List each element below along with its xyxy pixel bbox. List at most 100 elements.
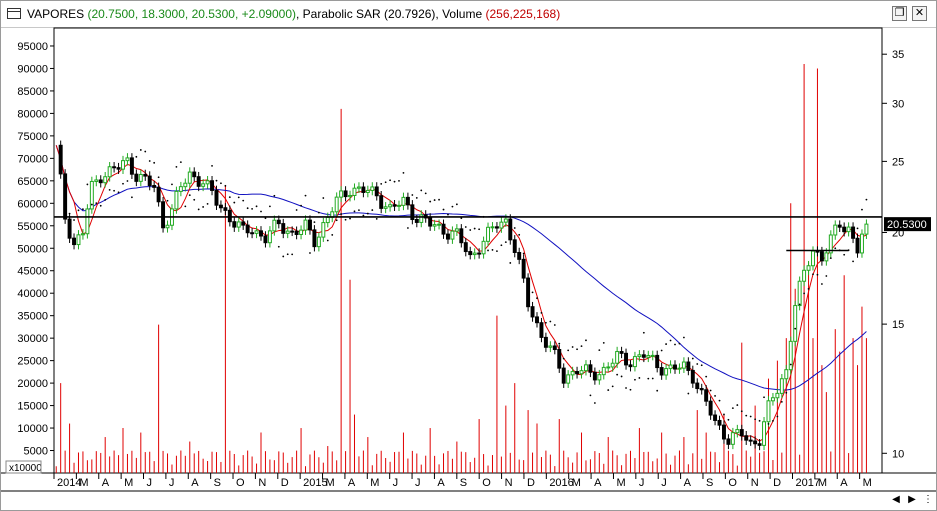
volume-tick-label: 90000 — [17, 63, 48, 75]
candle-body-down — [690, 369, 695, 384]
candle-body-up — [272, 219, 277, 232]
volume-tick-label: 45000 — [17, 266, 48, 278]
candle-body-down — [290, 230, 295, 233]
sar-dot — [478, 228, 481, 231]
sar-dot — [825, 275, 828, 277]
candle — [788, 336, 793, 375]
sar-dot — [90, 203, 93, 206]
sar-dot — [398, 179, 400, 182]
candle-body-down — [842, 226, 847, 233]
sar-dot — [754, 418, 757, 421]
sar-dot — [139, 149, 142, 151]
sar-dot — [246, 207, 249, 210]
x-tick-label: A — [840, 477, 848, 489]
sar-dot — [322, 197, 325, 199]
sar-dot — [816, 273, 819, 276]
sar-dot — [740, 410, 743, 413]
x-tick-label: J — [393, 477, 399, 489]
sar-dot — [95, 202, 98, 204]
sar-dot — [175, 165, 178, 168]
candle-body-down — [575, 371, 580, 375]
candle-body-down — [259, 230, 263, 237]
sar-dot — [513, 227, 516, 229]
candle-body-up — [432, 224, 437, 227]
sar-dot — [607, 389, 610, 391]
candle-body-up — [174, 190, 179, 210]
candle-body-down — [227, 209, 232, 223]
sar-dot — [500, 244, 503, 247]
sar-dot — [821, 283, 823, 285]
sar-dot — [531, 291, 534, 294]
sar-dot — [171, 183, 173, 186]
sar-dot — [843, 253, 846, 256]
sar-dot — [197, 208, 200, 211]
sar-dot — [558, 342, 561, 345]
sar-dot — [237, 196, 240, 199]
sar-dot — [829, 257, 832, 260]
candle-body-up — [383, 206, 388, 209]
candle-body-up — [775, 392, 780, 399]
candle-body-down — [147, 175, 152, 187]
candle-body-down — [343, 190, 348, 198]
candle-body-up — [566, 374, 571, 384]
candle-body-down — [673, 364, 677, 370]
sar-dot — [656, 389, 659, 392]
sar-dot — [758, 419, 761, 422]
candle-body-down — [748, 439, 753, 442]
candle-body-down — [463, 242, 468, 253]
sar-dot — [527, 281, 529, 284]
sar-dot — [642, 331, 645, 334]
candle-body-down — [655, 354, 660, 369]
candle-body-down — [624, 352, 629, 366]
candle-body-up — [356, 186, 361, 189]
x-tick-label: S — [214, 477, 221, 489]
sar-dot — [589, 394, 592, 397]
candle-body-up — [94, 179, 99, 182]
candle-body-up — [677, 367, 682, 370]
candle-body-down — [517, 251, 522, 260]
sar-dot — [162, 202, 164, 205]
candle-body-down — [659, 367, 664, 376]
scroll-right-icon[interactable]: ▶ — [905, 491, 919, 508]
candle-body-down — [414, 219, 419, 223]
volume-multiplier-label: x10000 — [9, 463, 42, 474]
volume-tick-label: 15000 — [17, 401, 48, 413]
candle — [508, 214, 513, 245]
candle-body-up — [503, 218, 508, 223]
candle-body-up — [730, 432, 735, 445]
sar-dot — [300, 204, 302, 207]
candle-body-up — [681, 361, 686, 369]
sar-dot — [763, 396, 765, 399]
x-tick-label: M — [79, 477, 88, 489]
candle-body-up — [254, 230, 259, 234]
x-tick-label: J — [639, 477, 645, 489]
candle-body-down — [530, 306, 535, 318]
candle-body-down — [361, 186, 366, 193]
volume-tick-label: 20000 — [17, 378, 48, 390]
candle-body-up — [205, 180, 210, 185]
candle-body-down — [535, 316, 539, 324]
candle-body-down — [477, 252, 482, 255]
menu-handle-icon[interactable]: ⋮ — [921, 491, 935, 508]
candle-body-up — [615, 351, 620, 364]
candle-body-down — [543, 336, 548, 348]
sar-dot — [789, 363, 792, 366]
candle-body-up — [472, 252, 477, 256]
candle-body-up — [437, 223, 442, 226]
candle-body-down — [512, 239, 517, 253]
candle-body-up — [454, 228, 459, 232]
sar-dot — [64, 193, 67, 196]
sar-dot — [616, 373, 619, 376]
candle-body-up — [365, 189, 370, 193]
scroll-left-icon[interactable]: ◀ — [889, 491, 903, 508]
sar-dot — [780, 400, 783, 403]
candle-body-up — [610, 362, 615, 368]
candle-body-down — [726, 438, 731, 445]
sar-dot — [647, 377, 650, 380]
candle-body-up — [784, 369, 789, 380]
x-tick-label: M — [370, 477, 379, 489]
sar-dot — [714, 395, 716, 397]
sar-dot — [660, 349, 663, 352]
sar-dot — [438, 198, 440, 201]
x-tick-label: D — [527, 477, 535, 489]
